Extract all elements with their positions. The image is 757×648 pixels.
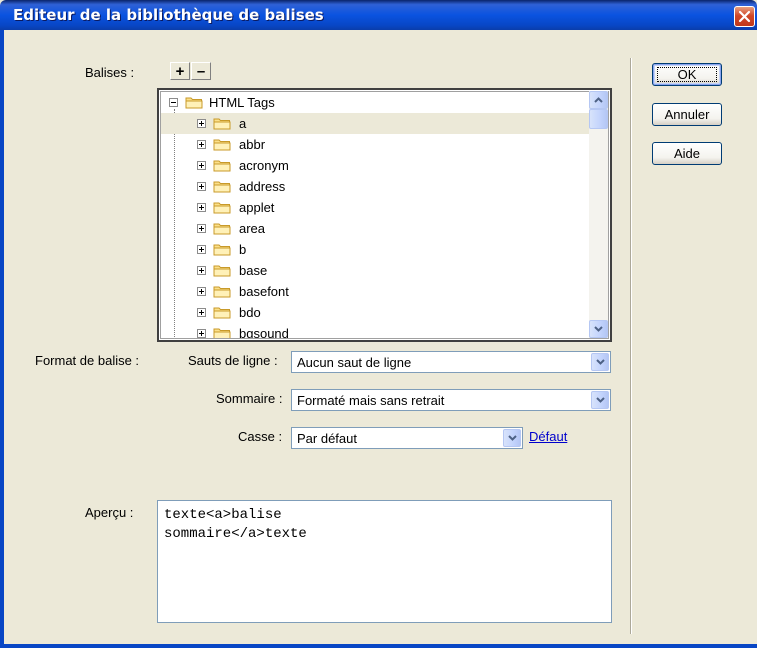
contents-value: Formaté mais sans retrait <box>297 393 445 408</box>
help-button[interactable]: Aide <box>652 142 722 165</box>
ok-button-label: OK <box>656 67 718 82</box>
expand-icon[interactable] <box>197 161 206 170</box>
window-title: Editeur de la bibliothèque de balises <box>13 6 324 24</box>
cancel-button[interactable]: Annuler <box>652 103 722 126</box>
chevron-down-icon <box>594 326 603 332</box>
dropdown-button[interactable] <box>503 429 521 447</box>
collapse-icon[interactable] <box>169 98 178 107</box>
expand-icon[interactable] <box>197 182 206 191</box>
expand-icon[interactable] <box>197 245 206 254</box>
tree-item-label: bdo <box>239 305 261 320</box>
remove-tag-button[interactable]: – <box>191 62 211 80</box>
ok-button[interactable]: OK <box>652 63 722 86</box>
tree-root[interactable]: HTML Tags <box>161 92 591 113</box>
chevron-down-icon <box>595 397 605 403</box>
dropdown-button[interactable] <box>591 353 609 371</box>
tree-item[interactable]: address <box>161 176 591 197</box>
tree-item-label: area <box>239 221 266 236</box>
folder-icon <box>213 244 231 256</box>
scroll-thumb[interactable] <box>589 109 608 129</box>
tree-item-label: bgsound <box>239 326 289 339</box>
folder-icon <box>213 160 231 172</box>
preview-box: texte<a>balise sommaire</a>texte <box>157 500 612 623</box>
scroll-down-button[interactable] <box>589 320 608 338</box>
vertical-divider <box>630 58 632 634</box>
expand-icon[interactable] <box>197 329 206 338</box>
tree-item-label: applet <box>239 200 275 215</box>
preview-line: texte<a>balise <box>164 507 282 523</box>
folder-icon <box>213 265 231 277</box>
expand-icon[interactable] <box>197 203 206 212</box>
case-label: Casse : <box>238 429 283 444</box>
expand-icon[interactable] <box>197 308 206 317</box>
tree-item-label: basefont <box>239 284 289 299</box>
tree-item-label: a <box>239 116 247 131</box>
chevron-down-icon <box>507 435 517 441</box>
tree-item-label: address <box>239 179 286 194</box>
tree-item[interactable]: basefont <box>161 281 591 302</box>
format-label: Format de balise : <box>35 353 140 368</box>
window-frame-left <box>0 30 4 648</box>
plus-icon: + <box>175 62 185 80</box>
folder-open-icon <box>185 97 203 109</box>
minus-icon: – <box>196 62 206 80</box>
tree-item[interactable]: area <box>161 218 591 239</box>
tree-item[interactable]: bgsound <box>161 323 591 339</box>
tree-item[interactable]: bdo <box>161 302 591 323</box>
expand-icon[interactable] <box>197 287 206 296</box>
folder-icon <box>213 202 231 214</box>
tree-item-label: b <box>239 242 247 257</box>
folder-icon <box>213 307 231 319</box>
tree-item[interactable]: base <box>161 260 591 281</box>
preview-label: Aperçu : <box>85 505 134 520</box>
expand-icon[interactable] <box>197 224 206 233</box>
folder-icon <box>213 118 231 130</box>
expand-icon[interactable] <box>197 266 206 275</box>
window-frame-bottom <box>0 644 757 648</box>
folder-icon <box>213 223 231 235</box>
folder-icon <box>213 328 231 338</box>
folder-icon <box>213 139 231 151</box>
case-value: Par défaut <box>297 431 357 446</box>
tree-scrollbar[interactable] <box>589 91 608 338</box>
close-button[interactable] <box>734 6 755 27</box>
tag-tree[interactable]: HTML Tags a abbr acronym address applet … <box>160 91 609 339</box>
scroll-up-button[interactable] <box>589 91 608 109</box>
tree-item[interactable]: abbr <box>161 134 591 155</box>
expand-icon[interactable] <box>197 140 206 149</box>
tree-item[interactable]: a <box>161 113 591 134</box>
folder-icon <box>213 286 231 298</box>
tree-item[interactable]: b <box>161 239 591 260</box>
folder-icon <box>213 181 231 193</box>
chevron-up-icon <box>594 97 603 103</box>
line-breaks-select[interactable]: Aucun saut de ligne <box>291 351 611 373</box>
line-breaks-value: Aucun saut de ligne <box>297 355 412 370</box>
add-tag-button[interactable]: + <box>170 62 190 80</box>
expand-icon[interactable] <box>197 119 206 128</box>
contents-label: Sommaire : <box>216 391 283 406</box>
tree-item[interactable]: applet <box>161 197 591 218</box>
tree-item-label: acronym <box>239 158 289 173</box>
help-button-label: Aide <box>673 146 701 161</box>
tree-root-label: HTML Tags <box>209 95 275 110</box>
tree-item-label: abbr <box>239 137 266 152</box>
close-icon <box>738 10 751 23</box>
preview-line: sommaire</a>texte <box>164 526 307 542</box>
case-select[interactable]: Par défaut <box>291 427 523 449</box>
tree-item[interactable]: acronym <box>161 155 591 176</box>
cancel-button-label: Annuler <box>664 107 710 122</box>
dropdown-button[interactable] <box>591 391 609 409</box>
line-breaks-label: Sauts de ligne : <box>188 353 278 368</box>
tags-label: Balises : <box>85 65 135 80</box>
chevron-down-icon <box>595 359 605 365</box>
tree-item-label: base <box>239 263 268 278</box>
default-case-link[interactable]: Défaut <box>529 429 567 444</box>
contents-select[interactable]: Formaté mais sans retrait <box>291 389 611 411</box>
